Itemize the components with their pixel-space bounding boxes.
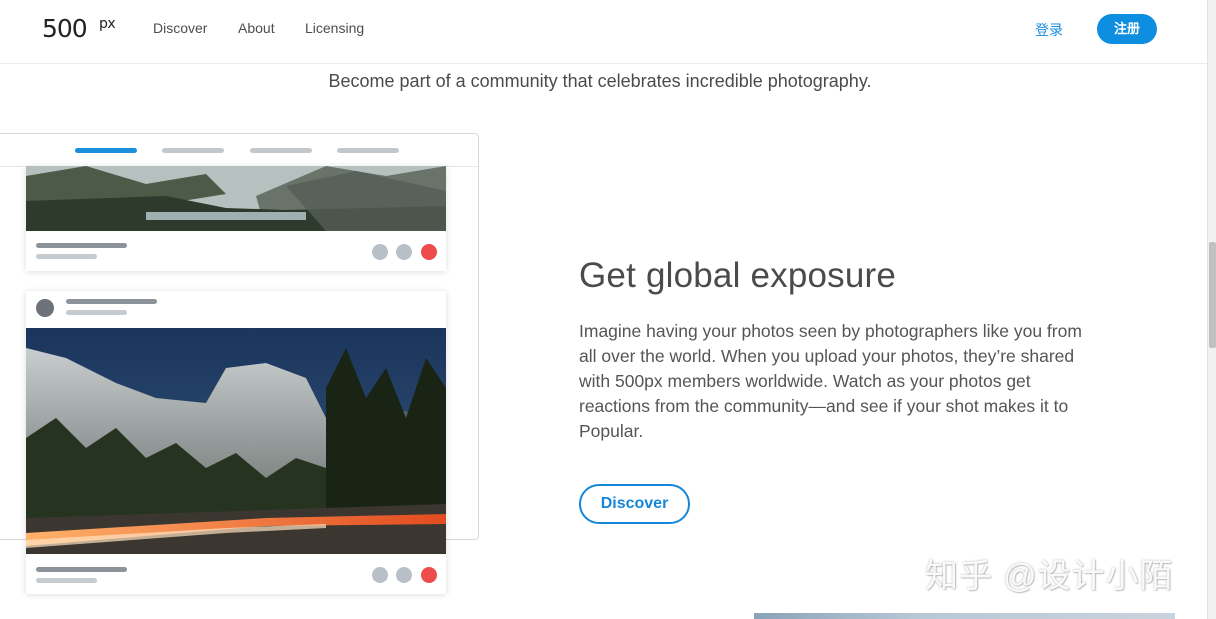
discover-button[interactable]: Discover [579, 484, 690, 524]
card-subtitle-placeholder [36, 578, 97, 583]
mountain-lake-illustration [26, 166, 446, 231]
logo-sup-text: px [99, 16, 116, 32]
card-title-placeholder [66, 299, 157, 304]
reaction-dot [396, 244, 412, 260]
reaction-dot [372, 567, 388, 583]
mockup-photo-card [26, 166, 446, 271]
card-title-placeholder [36, 243, 127, 248]
logo-text: 500 [42, 14, 88, 43]
next-section-photo [754, 613, 1175, 619]
signup-button[interactable]: 注册 [1097, 14, 1157, 44]
mockup-tab-bar [0, 134, 478, 167]
site-header: 500 px Discover About Licensing 登录 注册 [0, 0, 1207, 64]
reaction-dot [372, 244, 388, 260]
tagline: Become part of a community that celebrat… [328, 71, 872, 91]
el-capitan-night-photo [26, 328, 446, 554]
mockup-photo-card [26, 291, 446, 594]
avatar [36, 299, 54, 317]
mountain-lake-photo [26, 166, 446, 231]
card-subtitle-placeholder [66, 310, 127, 315]
mockup-tab [337, 148, 399, 153]
login-link[interactable]: 登录 [1035, 20, 1063, 40]
el-capitan-illustration [26, 328, 446, 554]
mockup-tab [250, 148, 312, 153]
feature-description: Imagine having your photos seen by photo… [579, 321, 1082, 441]
nav-licensing[interactable]: Licensing [305, 20, 364, 36]
scrollbar[interactable] [1207, 0, 1216, 619]
reaction-dot [396, 567, 412, 583]
nav-about[interactable]: About [238, 20, 275, 36]
like-dot [421, 567, 437, 583]
like-dot [421, 244, 437, 260]
card-subtitle-placeholder [36, 254, 97, 259]
card-title-placeholder [36, 567, 127, 572]
nav-discover[interactable]: Discover [153, 20, 207, 36]
scrollbar-thumb[interactable] [1209, 242, 1216, 348]
feature-title: Get global exposure [579, 256, 897, 295]
mockup-tab [162, 148, 224, 153]
watermark-text: 知乎 @设计小陌 [925, 557, 1174, 594]
mockup-tab-active [75, 148, 137, 153]
